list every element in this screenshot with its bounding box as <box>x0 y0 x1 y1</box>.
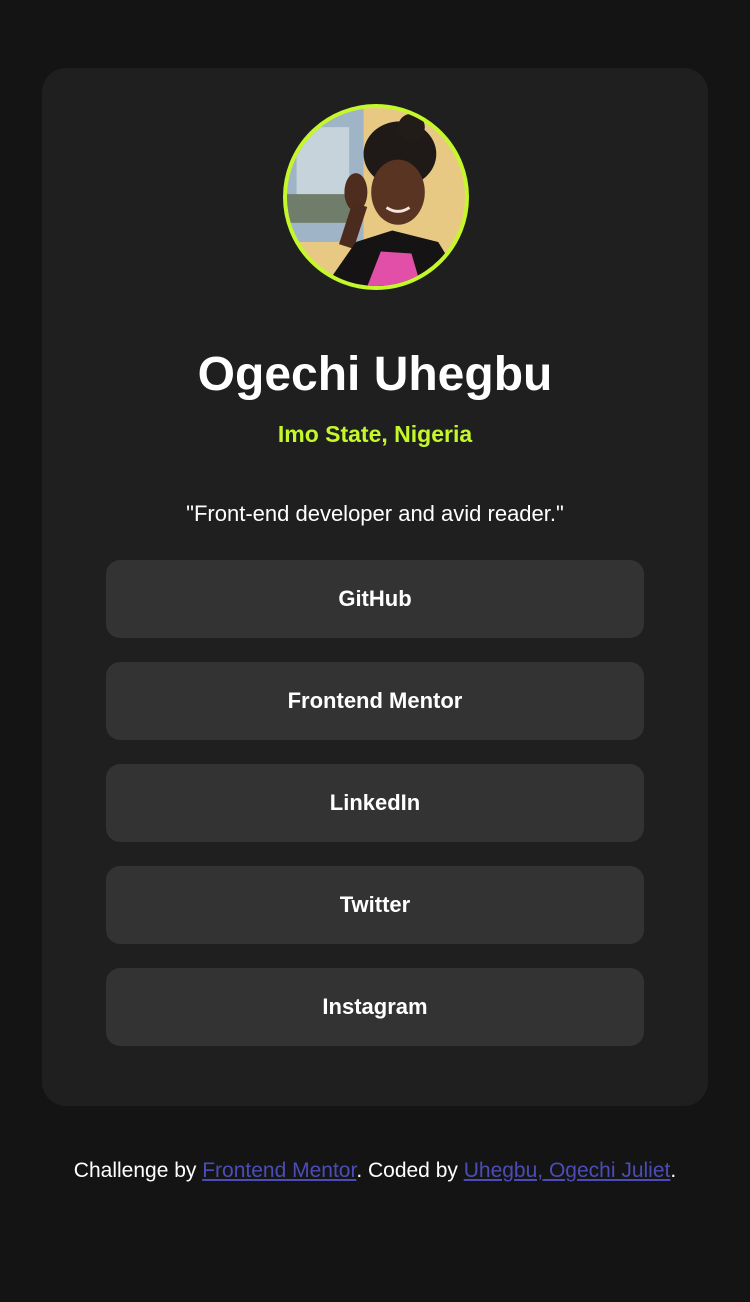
frontend-mentor-link-button[interactable]: Frontend Mentor <box>106 662 644 740</box>
instagram-link-button[interactable]: Instagram <box>106 968 644 1046</box>
avatar <box>283 104 469 290</box>
profile-bio: "Front-end developer and avid reader." <box>186 501 564 526</box>
footer-suffix: . <box>670 1159 677 1182</box>
social-links: GitHub Frontend Mentor LinkedIn Twitter … <box>106 560 644 1070</box>
profile-location: Imo State, Nigeria <box>277 421 473 447</box>
twitter-link-button[interactable]: Twitter <box>106 866 644 944</box>
linkedin-link-button[interactable]: LinkedIn <box>106 764 644 842</box>
footer-middle: . Coded by <box>356 1159 464 1182</box>
challenge-link[interactable]: Frontend Mentor <box>202 1159 356 1182</box>
author-link[interactable]: Uhegbu, Ogechi Juliet <box>464 1159 671 1182</box>
profile-card: Ogechi Uhegbu Imo State, Nigeria "Front-… <box>42 68 708 1106</box>
github-link-button[interactable]: GitHub <box>106 560 644 638</box>
footer-prefix: Challenge by <box>73 1159 203 1182</box>
page: Ogechi Uhegbu Imo State, Nigeria "Front-… <box>0 0 750 1302</box>
attribution-footer: Challenge by Frontend Mentor. Coded by U… <box>0 1156 750 1186</box>
profile-photo-icon <box>287 108 465 286</box>
profile-name: Ogechi Uhegbu <box>197 348 553 402</box>
